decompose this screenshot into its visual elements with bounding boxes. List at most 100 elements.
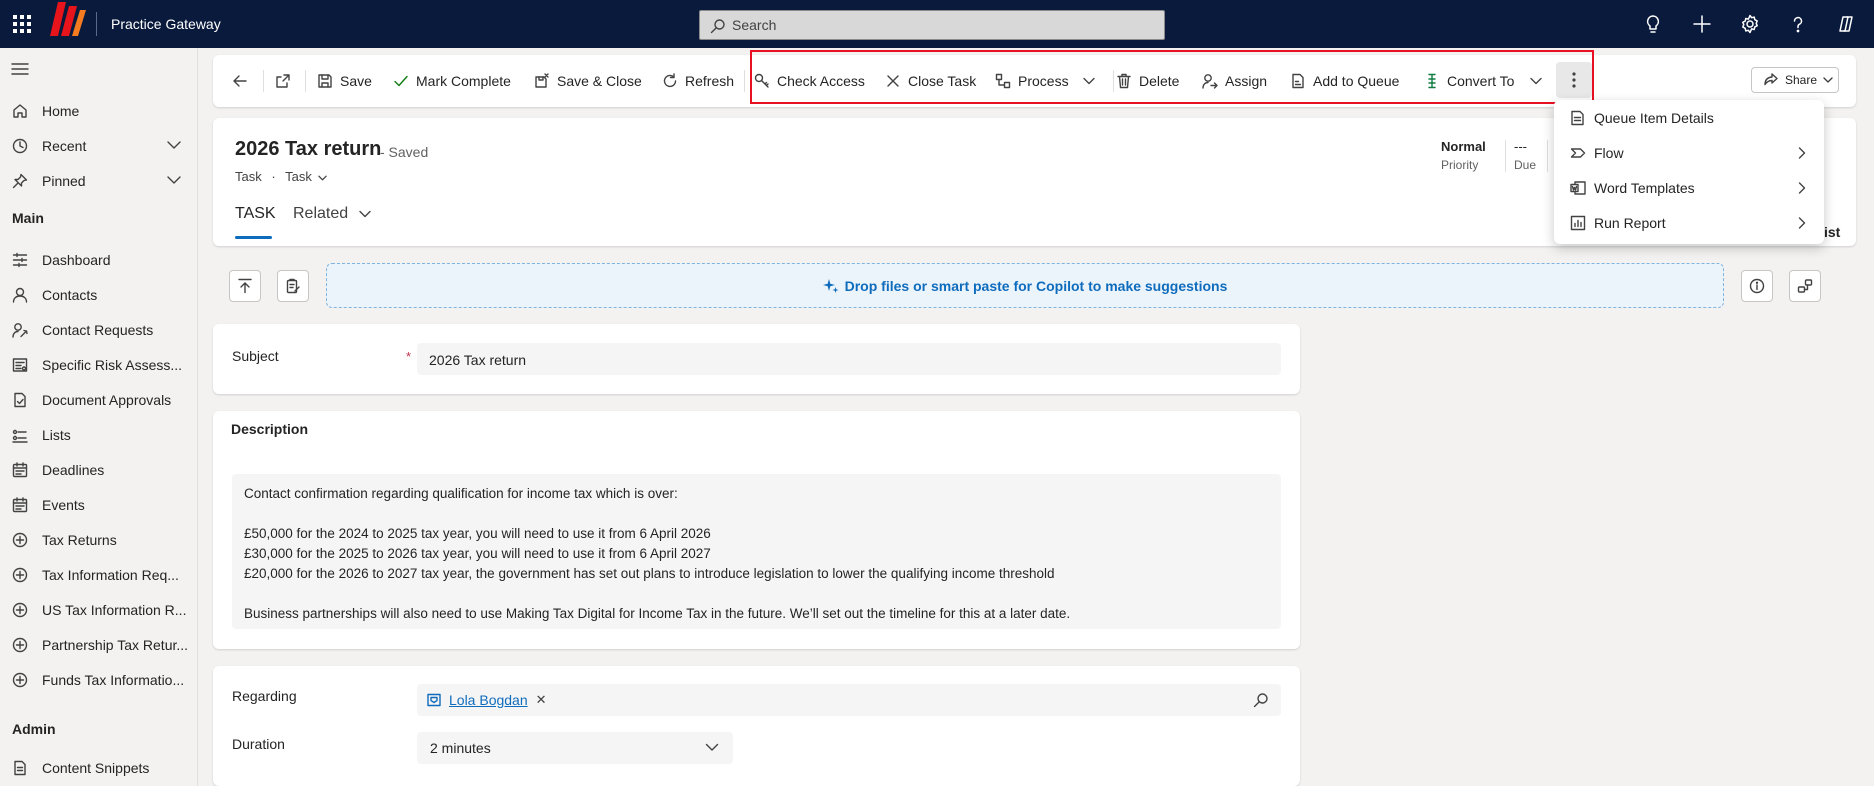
info-button[interactable] xyxy=(1741,270,1773,302)
save-and-close-button[interactable]: Save & Close xyxy=(534,69,642,93)
mark-complete-label: Mark Complete xyxy=(416,73,511,89)
sidebar-item-contacts[interactable]: Contacts xyxy=(0,278,196,312)
close-task-button[interactable]: Close Task xyxy=(885,69,976,93)
word-template-icon xyxy=(1570,180,1586,196)
sidebar-item-contact-requests[interactable]: Contact Requests xyxy=(0,313,196,347)
chevron-down-icon[interactable] xyxy=(166,175,182,185)
sidebar-item-events[interactable]: Events xyxy=(0,488,196,522)
sidebar-item-deadlines[interactable]: Deadlines xyxy=(0,453,196,487)
pin-icon xyxy=(12,173,28,189)
share-button[interactable]: Share xyxy=(1751,67,1839,93)
chevron-right-icon xyxy=(1798,217,1806,229)
mark-complete-button[interactable]: Mark Complete xyxy=(393,69,511,93)
header-field-due: --- Due xyxy=(1514,139,1536,172)
search-icon xyxy=(710,18,726,34)
search-icon[interactable] xyxy=(1253,692,1269,708)
refresh-icon xyxy=(663,73,677,88)
close-task-label: Close Task xyxy=(908,73,977,89)
hamburger-menu-icon[interactable] xyxy=(11,62,29,76)
record-save-status: - Saved xyxy=(380,144,429,160)
sidebar-item-label: Lists xyxy=(42,427,71,443)
delete-button[interactable]: Delete xyxy=(1116,69,1179,93)
sidebar-item-label: Contacts xyxy=(42,287,98,303)
sidebar-item-specific-risk[interactable]: Specific Risk Assess... xyxy=(0,348,196,382)
open-new-window-button[interactable] xyxy=(275,69,298,93)
process-icon xyxy=(995,73,1011,89)
refresh-button[interactable]: Refresh xyxy=(662,69,734,93)
queue-icon xyxy=(1292,73,1304,89)
sidebar-item-partnership-tax-return[interactable]: Partnership Tax Retur... xyxy=(0,628,196,662)
command-separator xyxy=(744,70,745,92)
command-separator xyxy=(263,70,264,92)
open-new-window-icon xyxy=(276,74,290,88)
sidebar-item-dashboard[interactable]: Dashboard xyxy=(0,243,196,277)
more-commands-button[interactable] xyxy=(1556,62,1592,98)
tab-task[interactable]: TASK xyxy=(235,205,276,223)
app-launcher-icon[interactable] xyxy=(11,13,33,35)
sidebar-item-label: Deadlines xyxy=(42,462,105,478)
sidebar-item-document-approvals[interactable]: Document Approvals xyxy=(0,383,196,417)
add-to-queue-button[interactable]: Add to Queue xyxy=(1290,69,1399,93)
back-button[interactable] xyxy=(232,69,255,93)
search-input[interactable] xyxy=(732,11,1152,39)
tax-icon xyxy=(12,672,28,688)
chevron-down-icon[interactable] xyxy=(1082,77,1102,85)
check-access-button[interactable]: Check Access xyxy=(754,69,865,93)
search-box[interactable] xyxy=(699,10,1165,40)
sidebar-item-us-tax-information[interactable]: US Tax Information R... xyxy=(0,593,196,627)
regarding-link[interactable]: Lola Bogdan xyxy=(449,692,528,708)
assign-button[interactable]: Assign xyxy=(1202,69,1267,93)
description-line: Business partnerships will also need to … xyxy=(244,606,1071,621)
assign-person-icon xyxy=(1202,74,1218,89)
copilot-icon[interactable] xyxy=(1836,14,1856,34)
menu-item-queue-item-details[interactable]: Queue Item Details xyxy=(1554,101,1824,135)
duration-select[interactable]: 2 minutes xyxy=(417,732,733,764)
app-title[interactable]: Practice Gateway xyxy=(111,16,221,32)
menu-item-run-report[interactable]: Run Report xyxy=(1554,206,1824,240)
plus-icon[interactable] xyxy=(1692,14,1712,34)
copilot-settings-button[interactable] xyxy=(1789,270,1821,302)
remove-icon[interactable]: ✕ xyxy=(536,692,547,708)
duration-label: Duration xyxy=(232,736,285,752)
regarding-lookup[interactable]: Lola Bogdan ✕ xyxy=(417,684,1281,716)
sidebar-item-tax-returns[interactable]: Tax Returns xyxy=(0,523,196,557)
queue-details-icon xyxy=(1570,110,1586,126)
sidebar-item-label: Document Approvals xyxy=(42,392,172,408)
subject-input[interactable]: 2026 Tax return xyxy=(417,343,1281,375)
description-textarea[interactable]: Contact confirmation regarding qualifica… xyxy=(232,474,1281,629)
person-request-icon xyxy=(12,322,28,338)
sidebar-item-funds-tax-information[interactable]: Funds Tax Informatio... xyxy=(0,663,196,697)
chevron-down-icon[interactable] xyxy=(166,140,182,150)
sidebar-item-label: Content Snippets xyxy=(42,760,150,776)
chevron-down-icon[interactable] xyxy=(1530,77,1549,85)
sidebar-item-tax-information-req[interactable]: Tax Information Req... xyxy=(0,558,196,592)
calendar-icon xyxy=(12,462,28,478)
copilot-drop-zone[interactable]: Drop files or smart paste for Copilot to… xyxy=(326,263,1724,308)
tab-related[interactable]: Related xyxy=(293,205,371,223)
sidebar-item-home[interactable]: Home xyxy=(0,94,196,128)
process-button[interactable]: Process xyxy=(995,69,1102,93)
help-icon[interactable] xyxy=(1788,14,1808,34)
top-bar: Practice Gateway xyxy=(0,0,1874,48)
sidebar-item-lists[interactable]: Lists xyxy=(0,418,196,452)
menu-item-flow[interactable]: Flow xyxy=(1554,136,1824,170)
paste-button[interactable] xyxy=(277,270,309,302)
sidebar-item-label: Partnership Tax Retur... xyxy=(42,637,189,653)
gear-icon[interactable] xyxy=(1740,14,1760,34)
lightbulb-icon[interactable] xyxy=(1643,14,1663,34)
sidebar-item-label: Specific Risk Assess... xyxy=(42,357,183,373)
convert-to-button[interactable]: Convert To xyxy=(1424,69,1549,93)
copilot-drop-text: Drop files or smart paste for Copilot to… xyxy=(844,277,1228,294)
sidebar-item-pinned[interactable]: Pinned xyxy=(0,164,196,198)
sidebar-item-recent[interactable]: Recent xyxy=(0,129,196,163)
menu-item-word-templates[interactable]: Word Templates xyxy=(1554,171,1824,205)
command-separator xyxy=(305,70,306,92)
sidebar-item-content-snippets[interactable]: Content Snippets xyxy=(0,751,196,785)
save-button[interactable]: Save xyxy=(317,69,372,93)
due-label: Due xyxy=(1514,158,1537,172)
form-selector[interactable]: Task xyxy=(285,169,328,184)
upload-button[interactable] xyxy=(229,270,261,302)
command-separator xyxy=(1113,70,1114,92)
sidebar-item-label: Tax Returns xyxy=(42,532,117,548)
record-title: 2026 Tax return xyxy=(235,138,382,160)
